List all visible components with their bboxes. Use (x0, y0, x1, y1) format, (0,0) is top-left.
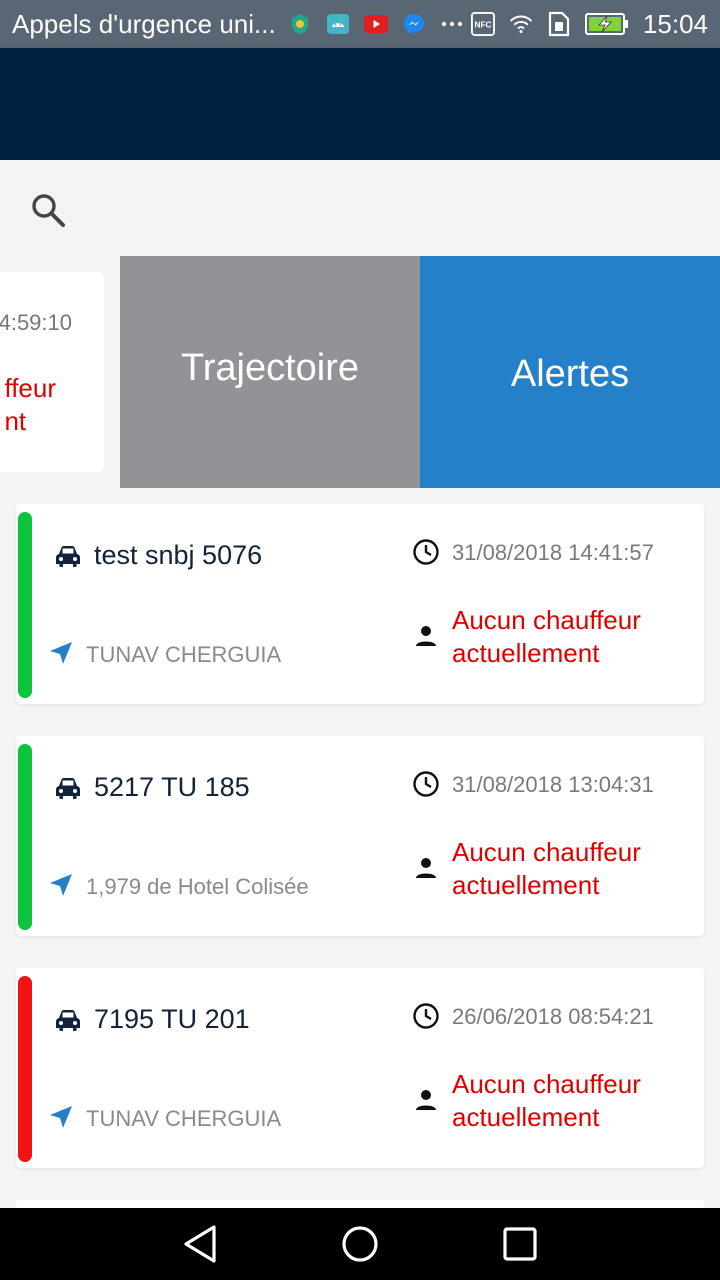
nfc-label: NFC (474, 20, 491, 30)
status-indicator (18, 512, 32, 698)
recents-button[interactable] (496, 1220, 544, 1268)
navigation-arrow-icon (48, 640, 74, 666)
sim-icon (547, 11, 571, 37)
more-dots-icon (440, 12, 464, 36)
vpn-shield-icon (288, 12, 312, 36)
nfc-icon: NFC (470, 12, 495, 36)
person-icon (414, 624, 438, 648)
vehicle-location: TUNAV CHERGUIA (86, 1106, 282, 1131)
car-icon (54, 1008, 82, 1032)
back-button[interactable] (176, 1220, 224, 1268)
person-icon (414, 1088, 438, 1112)
vehicle-datetime: 26/06/2018 08:54:21 (452, 1004, 654, 1029)
status-system-icons: NFC 15:04 (470, 8, 708, 40)
vehicle-card[interactable]: 5217 TU 185 1,979 de Hotel Colisée 31/08… (16, 736, 704, 936)
messenger-icon (402, 12, 426, 36)
status-time: 15:04 (642, 8, 708, 39)
car-icon (54, 776, 82, 800)
swiped-card-driver-line-1: ffeur (4, 373, 56, 403)
clock-icon (412, 1002, 440, 1030)
vehicle-driver: Aucun chauffeur actuellement (452, 1069, 641, 1132)
youtube-icon (364, 12, 388, 36)
vehicle-plate: test snbj 5076 (94, 540, 263, 570)
car-icon (54, 544, 82, 568)
android-icon (326, 12, 350, 36)
vehicle-location: 1,979 de Hotel Colisée (86, 874, 309, 899)
navigation-arrow-icon (48, 1104, 74, 1130)
navigation-arrow-icon (48, 872, 74, 898)
status-notification-title: Appels d'urgence uni... (12, 8, 274, 39)
search-row (0, 160, 720, 256)
trajectory-action-button[interactable]: Trajectoire (120, 256, 420, 488)
clock-icon (412, 770, 440, 798)
vehicle-card[interactable]: 7195 TU 201 TUNAV CHERGUIA 26/06/2018 08… (16, 968, 704, 1168)
status-notification-icons (288, 12, 464, 36)
status-bar: Appels d'urgence uni... NFC 15:04 (0, 0, 720, 48)
vehicle-card[interactable]: test snbj 5076 TUNAV CHERGUIA 31/08/2018… (16, 504, 704, 704)
app-toolbar (0, 48, 720, 160)
status-indicator (18, 744, 32, 930)
battery-charging-icon (584, 12, 629, 36)
wifi-icon (509, 12, 533, 36)
status-indicator (18, 976, 32, 1162)
clock-icon (412, 538, 440, 566)
vehicle-location: TUNAV CHERGUIA (86, 642, 282, 667)
person-icon (414, 856, 438, 880)
alerts-action-button[interactable]: Alertes (420, 256, 720, 488)
vehicle-plate: 5217 TU 185 (94, 772, 250, 802)
vehicle-datetime: 31/08/2018 13:04:31 (452, 772, 654, 797)
swiped-card-driver: ffeur nt (4, 372, 56, 438)
swiped-card-datetime: 4:59:10 (0, 310, 72, 335)
home-button[interactable] (336, 1220, 384, 1268)
swiped-card-driver-line-2: nt (4, 406, 27, 436)
vehicle-datetime: 31/08/2018 14:41:57 (452, 540, 654, 565)
swiped-vehicle-card[interactable]: 4:59:10 ffeur nt (0, 272, 104, 472)
vehicle-plate: 7195 TU 201 (94, 1004, 250, 1034)
vehicle-driver: Aucun chauffeur actuellement (452, 605, 641, 668)
search-icon[interactable] (28, 190, 68, 230)
system-nav-bar (0, 1208, 720, 1280)
vehicle-driver: Aucun chauffeur actuellement (452, 837, 641, 900)
